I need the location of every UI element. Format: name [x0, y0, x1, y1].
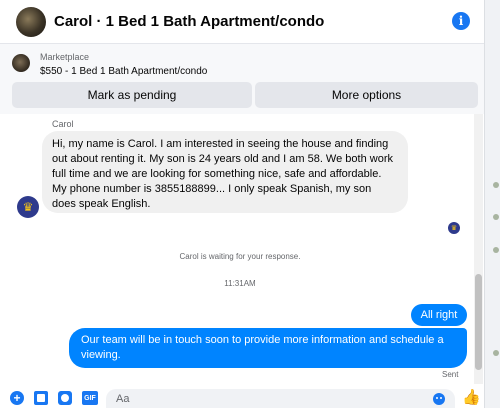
listing-title[interactable]: $550 - 1 Bed 1 Bath Apartment/condo	[40, 66, 207, 77]
read-receipt-avatar: ♛	[448, 222, 460, 234]
background-dot	[493, 350, 499, 356]
chat-header: Carol · 1 Bed 1 Bath Apartment/condo i	[0, 0, 484, 44]
scrollbar-thumb[interactable]	[475, 274, 482, 370]
message-timestamp: 11:31AM	[224, 279, 256, 288]
mark-as-pending-button[interactable]: Mark as pending	[12, 82, 252, 108]
background-dot	[493, 214, 499, 220]
more-options-button[interactable]: More options	[255, 82, 478, 108]
plus-icon[interactable]: +	[10, 391, 24, 405]
photo-icon[interactable]	[34, 391, 48, 405]
chat-title[interactable]: Carol · 1 Bed 1 Bath Apartment/condo	[54, 13, 324, 30]
sender-avatar[interactable]: ♛	[17, 196, 39, 218]
listing-thumbnail[interactable]	[12, 54, 30, 72]
outgoing-message-bubble[interactable]: All right	[411, 304, 467, 326]
waiting-notice: Carol is waiting for your response.	[179, 252, 301, 261]
background-page-edge	[484, 0, 500, 408]
delivery-status: Sent	[442, 370, 459, 379]
sticker-icon[interactable]	[58, 391, 72, 405]
emoji-icon[interactable]	[433, 393, 445, 405]
sender-name: Carol	[52, 119, 74, 129]
incoming-message-bubble[interactable]: Hi, my name is Carol. I am interested in…	[42, 131, 408, 213]
message-input[interactable]	[106, 389, 455, 408]
crown-icon: ♛	[22, 200, 34, 214]
gif-icon[interactable]: GIF	[82, 391, 98, 405]
background-dot	[493, 182, 499, 188]
conversation-scrollbar[interactable]	[474, 114, 483, 384]
message-input-wrapper	[106, 389, 455, 408]
info-icon[interactable]: i	[452, 12, 470, 30]
contact-avatar[interactable]	[16, 6, 46, 37]
crown-icon: ♛	[450, 224, 458, 232]
outgoing-message-bubble[interactable]: Our team will be in touch soon to provid…	[69, 328, 467, 368]
marketplace-label: Marketplace	[40, 52, 90, 62]
messenger-chat-window: Carol · 1 Bed 1 Bath Apartment/condo i M…	[0, 0, 500, 408]
background-dot	[493, 247, 499, 253]
like-icon[interactable]: 👍	[462, 390, 481, 406]
